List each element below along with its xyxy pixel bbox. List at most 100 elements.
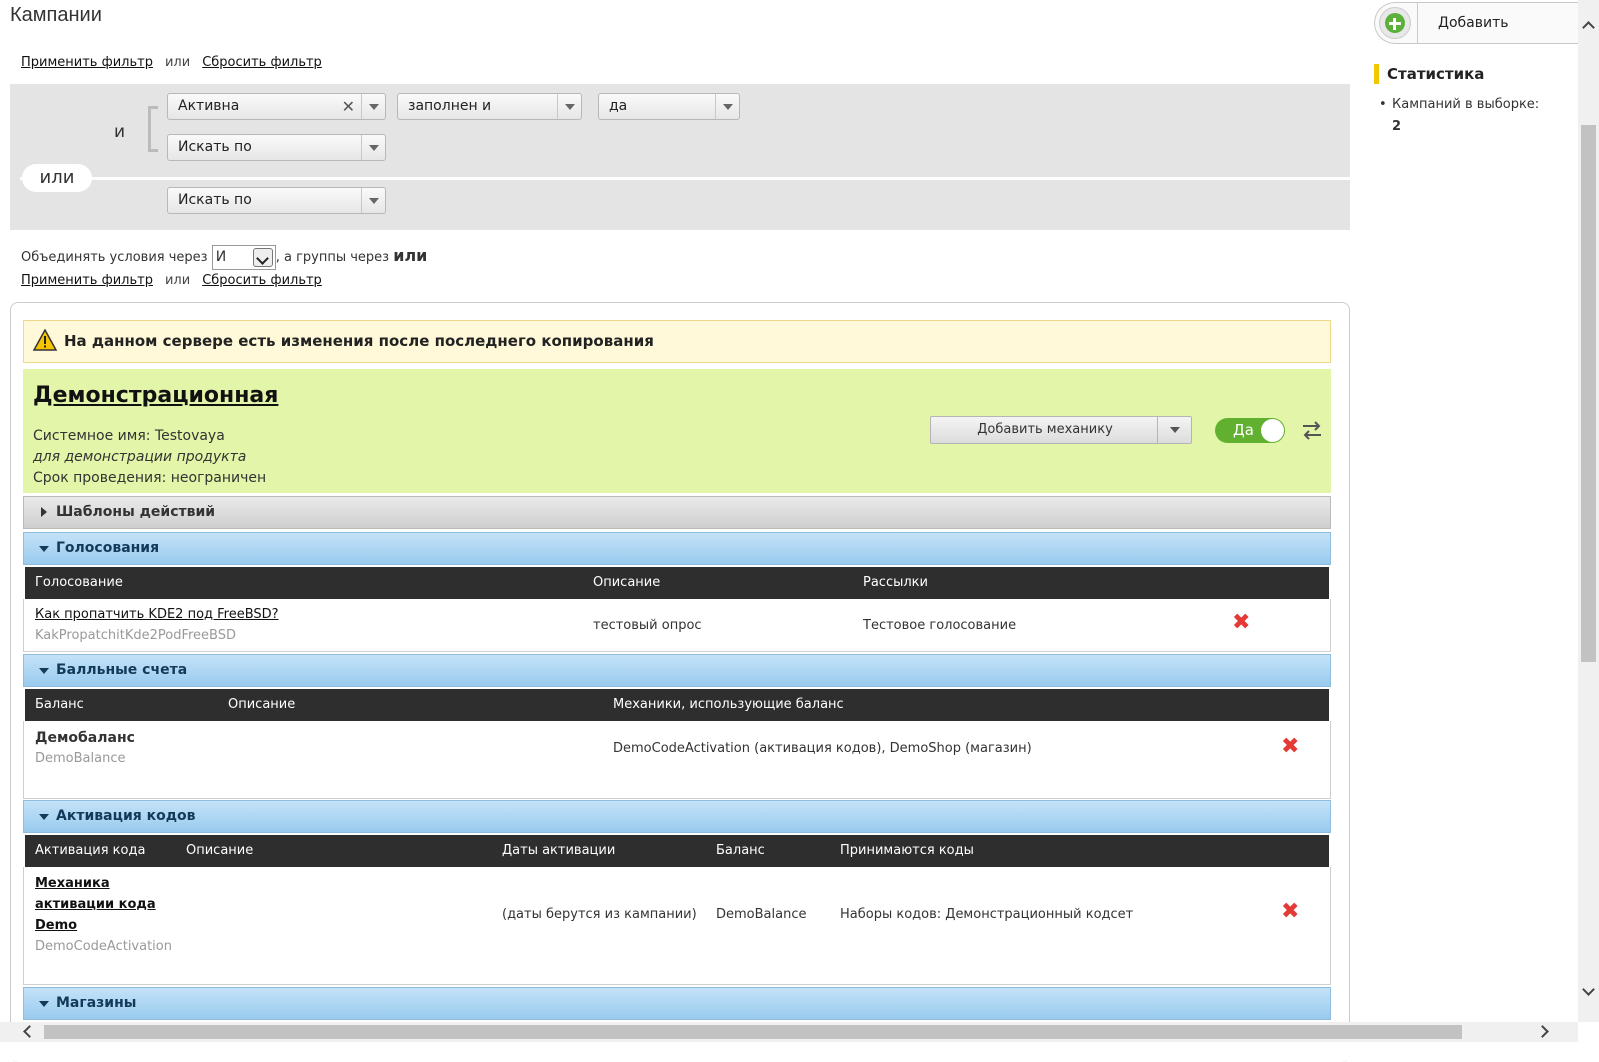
- apply-filter-link[interactable]: Применить фильтр: [21, 273, 153, 288]
- chevron-down-icon[interactable]: [361, 135, 385, 160]
- section-points-header[interactable]: Балльные счета: [23, 654, 1331, 687]
- code-activation-system-name: DemoCodeActivation: [35, 939, 172, 954]
- horizontal-scrollbar[interactable]: [0, 1022, 1578, 1042]
- reset-filter-link[interactable]: Сбросить фильтр: [202, 55, 322, 70]
- condition-value-value: да: [609, 98, 628, 114]
- balance-mechanics: DemoCodeActivation (активация кодов), De…: [613, 741, 1032, 756]
- code-activation-codes: Наборы кодов: Демонстрационный кодсет: [840, 907, 1134, 922]
- swap-arrows-icon[interactable]: [1299, 420, 1325, 442]
- filter-panel: и Активна ✕ заполнен и да Искать по или …: [10, 84, 1350, 230]
- column-header: Голосование: [35, 575, 123, 590]
- vote-system-name: KakPropatchitKde2PodFreeBSD: [35, 628, 236, 643]
- stat-label: Кампаний в выборке:: [1392, 97, 1540, 112]
- section-codes-header[interactable]: Активация кодов: [23, 800, 1331, 833]
- collapse-icon: [39, 1001, 49, 1007]
- column-header: Баланс: [35, 697, 84, 712]
- campaign-header: Демонстрационная Системное имя: Testovay…: [23, 369, 1331, 493]
- stats-title: Статистика: [1374, 64, 1484, 84]
- vertical-scrollbar[interactable]: [1578, 0, 1599, 1022]
- add-button-label: Добавить: [1438, 15, 1509, 31]
- combine-operator-select[interactable]: И: [211, 245, 276, 270]
- plus-circle-icon: [1379, 7, 1411, 39]
- scroll-right-icon[interactable]: [1536, 1025, 1549, 1038]
- column-header: Баланс: [716, 843, 765, 858]
- condition-field-select[interactable]: Активна ✕: [167, 93, 386, 120]
- divider: [1417, 3, 1418, 43]
- table-row: Демобаланс DemoBalance DemoCodeActivatio…: [23, 721, 1331, 799]
- votes-table-header: Голосование Описание Рассылки: [25, 567, 1329, 599]
- active-toggle[interactable]: Да: [1215, 418, 1285, 443]
- collapse-icon: [39, 814, 49, 820]
- search-by-value: Искать по: [178, 139, 252, 155]
- condition-operator-select[interactable]: заполнен и: [397, 93, 582, 120]
- combine-prefix: Объединять условия через: [21, 250, 208, 265]
- campaign-card: На данном сервере есть изменения после п…: [10, 302, 1350, 1062]
- clear-icon[interactable]: ✕: [342, 94, 355, 119]
- code-activation-title-line3[interactable]: Demo: [35, 918, 77, 933]
- column-header: Механики, использующие баланс: [613, 697, 844, 712]
- scrollbar-thumb[interactable]: [44, 1025, 1462, 1039]
- scroll-down-icon[interactable]: [1582, 983, 1595, 996]
- stat-value: 2: [1392, 119, 1402, 134]
- campaign-name-link[interactable]: Демонстрационная: [33, 383, 278, 408]
- code-activation-title-line1[interactable]: Механика: [35, 876, 110, 891]
- code-activation-title-line2[interactable]: активации кода: [35, 897, 156, 912]
- filter-links-top: Применить фильтр или Сбросить фильтр: [21, 55, 322, 70]
- add-mechanic-label: Добавить механику: [977, 422, 1113, 437]
- search-by-select[interactable]: Искать по: [167, 134, 386, 161]
- column-header: Принимаются коды: [840, 843, 974, 858]
- condition-operator-value: заполнен и: [408, 98, 492, 114]
- column-header: Описание: [186, 843, 254, 858]
- chevron-down-icon[interactable]: [557, 94, 581, 119]
- vote-description: тестовый опрос: [593, 618, 702, 633]
- collapse-icon: [39, 668, 49, 674]
- chevron-down-icon[interactable]: [1157, 417, 1191, 443]
- filter-links-bottom: Применить фильтр или Сбросить фильтр: [21, 273, 322, 288]
- column-header: Описание: [593, 575, 661, 590]
- scroll-up-icon[interactable]: [1582, 21, 1595, 34]
- section-votes-header[interactable]: Голосования: [23, 532, 1331, 565]
- combine-conditions: Объединять условия через И , а группы че…: [21, 245, 427, 270]
- add-button[interactable]: Добавить: [1374, 2, 1579, 44]
- apply-filter-link[interactable]: Применить фильтр: [21, 55, 153, 70]
- delete-icon[interactable]: ✖: [1281, 736, 1299, 758]
- scroll-left-icon[interactable]: [23, 1025, 36, 1038]
- campaign-duration: Срок проведения: неограничен: [33, 470, 267, 486]
- warning-banner: На данном сервере есть изменения после п…: [23, 320, 1331, 363]
- or-pill: или: [22, 164, 92, 192]
- section-templates-header[interactable]: Шаблоны действий: [23, 496, 1331, 529]
- group-bracket: [148, 106, 158, 152]
- scrollbar-thumb[interactable]: [1581, 125, 1596, 662]
- column-header: Активация кода: [35, 843, 146, 858]
- chevron-down-icon[interactable]: [715, 94, 739, 119]
- group2-search-by-select[interactable]: Искать по: [167, 187, 386, 214]
- table-row: Механика активации кода Demo DemoCodeAct…: [23, 867, 1331, 985]
- combine-groups-value: или: [393, 246, 428, 265]
- warning-text: На данном сервере есть изменения после п…: [64, 332, 654, 350]
- codes-table-header: Активация кода Описание Даты активации Б…: [25, 835, 1329, 867]
- add-mechanic-button[interactable]: Добавить механику: [930, 416, 1192, 444]
- vote-title-link[interactable]: Как пропатчить KDE2 под FreeBSD?: [35, 607, 279, 622]
- section-votes-title: Голосования: [56, 540, 160, 556]
- chevron-down-icon[interactable]: [252, 248, 273, 267]
- section-codes-title: Активация кодов: [56, 808, 196, 824]
- chevron-down-icon[interactable]: [361, 94, 385, 119]
- column-header: Описание: [228, 697, 296, 712]
- and-label: и: [114, 122, 126, 142]
- group-separator: [20, 177, 1350, 180]
- section-shops-title: Магазины: [56, 995, 137, 1011]
- code-activation-balance: DemoBalance: [716, 907, 807, 922]
- or-text: или: [164, 273, 191, 288]
- condition-value-select[interactable]: да: [598, 93, 740, 120]
- combine-mid: , а группы через: [275, 250, 390, 265]
- toggle-label: Да: [1233, 421, 1254, 439]
- reset-filter-link[interactable]: Сбросить фильтр: [202, 273, 322, 288]
- section-shops-header[interactable]: Магазины: [23, 987, 1331, 1020]
- vote-mailing: Тестовое голосование: [863, 618, 1017, 633]
- table-row: Как пропатчить KDE2 под FreeBSD? KakProp…: [23, 599, 1331, 652]
- column-header: Рассылки: [863, 575, 928, 590]
- delete-icon[interactable]: ✖: [1281, 901, 1299, 923]
- chevron-down-icon[interactable]: [361, 188, 385, 213]
- sidebar: Добавить Статистика Кампаний в выборке: …: [1372, 0, 1579, 1060]
- delete-icon[interactable]: ✖: [1232, 612, 1250, 634]
